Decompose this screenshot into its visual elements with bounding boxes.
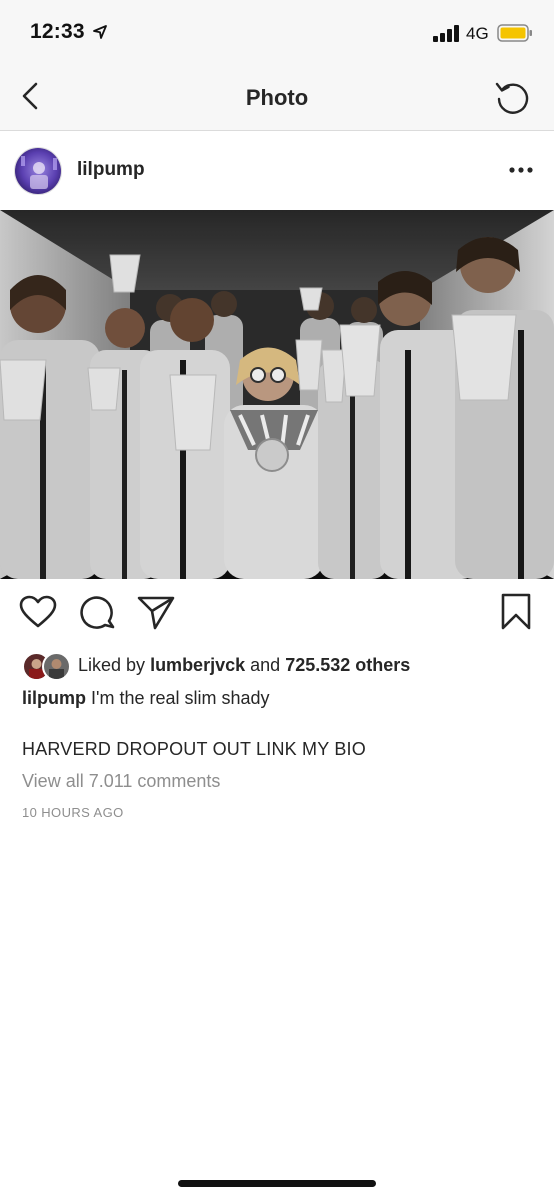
send-icon xyxy=(137,596,175,630)
post-photo[interactable] xyxy=(0,210,554,579)
post-timestamp: 10 HOURS AGO xyxy=(22,805,124,820)
home-indicator[interactable] xyxy=(178,1180,376,1187)
share-button[interactable] xyxy=(136,592,176,632)
avatar-image xyxy=(15,148,61,194)
liker-avatar xyxy=(42,652,71,681)
page-title: Photo xyxy=(245,85,309,110)
action-bar xyxy=(0,592,554,638)
status-time: 12:33 xyxy=(30,20,85,43)
comment-icon xyxy=(80,596,115,629)
likes-text: Liked by lumberjvck and 725.532 others xyxy=(78,655,410,676)
liker-avatars xyxy=(22,651,72,681)
signal-bars-icon xyxy=(433,25,459,42)
caption-extra-line: HARVERD DROPOUT OUT LINK MY BIO xyxy=(22,739,366,759)
location-arrow-icon xyxy=(93,25,107,39)
post-header: lilpump xyxy=(0,131,554,210)
avatar[interactable] xyxy=(14,147,62,195)
heart-icon xyxy=(19,595,57,628)
status-bar: 12:33 4G xyxy=(0,0,554,64)
nav-bar: Photo xyxy=(0,64,554,131)
battery-icon xyxy=(497,24,532,42)
likes-row[interactable]: Liked by lumberjvck and 725.532 others xyxy=(22,650,410,681)
bookmark-icon xyxy=(501,593,531,630)
likes-prefix: Liked by xyxy=(78,654,146,675)
liker-username[interactable]: lumberjvck xyxy=(150,655,245,675)
caption-text: I'm the real slim shady xyxy=(91,688,270,708)
network-label: 4G xyxy=(466,24,489,43)
likes-conjunction: and xyxy=(250,654,281,675)
view-all-comments-link[interactable]: View all 7.011 comments xyxy=(22,771,220,792)
more-options-button[interactable] xyxy=(506,159,536,181)
save-button[interactable] xyxy=(496,592,536,632)
comment-button[interactable] xyxy=(78,592,118,632)
caption: lilpump I'm the real slim shady xyxy=(22,688,270,709)
post-username[interactable]: lilpump xyxy=(77,159,145,181)
refresh-icon xyxy=(495,82,529,114)
caption-username[interactable]: lilpump xyxy=(22,688,86,708)
like-button[interactable] xyxy=(18,592,58,632)
refresh-button[interactable] xyxy=(492,76,534,118)
likes-count[interactable]: 725.532 others xyxy=(285,655,410,675)
more-horizontal-icon xyxy=(509,167,533,173)
post-photo-image xyxy=(0,210,554,579)
